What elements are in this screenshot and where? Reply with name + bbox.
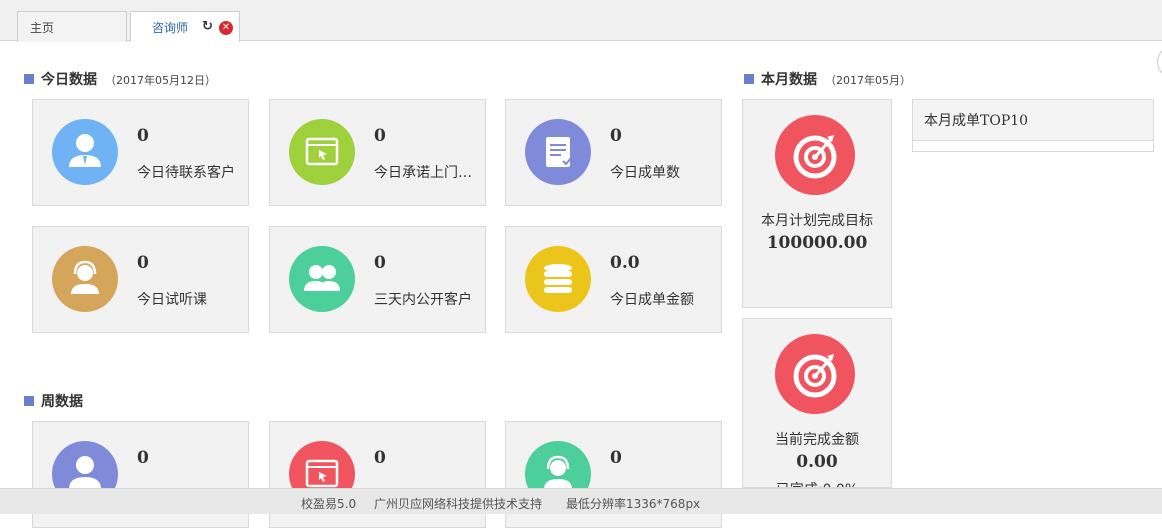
stat-label: 三天内公开客户 — [374, 292, 472, 308]
stat-label: 今日试听课 — [137, 292, 207, 308]
week-section-title: 周数据 — [24, 391, 83, 411]
coins-icon — [525, 246, 591, 312]
month-section-title: 本月数据 （2017年05月） — [744, 69, 911, 89]
stat-card-public-customers[interactable]: 0 三天内公开客户 — [269, 226, 486, 333]
month-current-label: 当前完成金额 — [775, 432, 859, 448]
refresh-icon[interactable]: ↻ — [202, 19, 213, 34]
stat-card-promised-visits[interactable]: 0 今日承诺上门… — [269, 99, 486, 206]
browser-window-icon — [289, 119, 355, 185]
footer-product: 校盈易5.0 — [301, 497, 357, 511]
headset-user-icon — [52, 246, 118, 312]
section-marker — [744, 74, 754, 84]
group-icon — [289, 246, 355, 312]
close-icon[interactable]: ✕ — [219, 21, 233, 35]
side-panel-handle[interactable] — [1157, 46, 1162, 78]
month-target-card[interactable]: 本月计划完成目标 100000.00 — [742, 99, 892, 308]
stat-value: 0 — [374, 253, 386, 273]
stat-value: 0 — [374, 448, 386, 468]
month-date: （2017年05月） — [825, 74, 911, 87]
user-icon — [52, 119, 118, 185]
stat-label: 今日待联系客户 — [137, 165, 235, 181]
target-icon — [775, 115, 855, 195]
stat-card-deals-today[interactable]: 0 今日成单数 — [505, 99, 722, 206]
month-completed-rate: 已完成:0.0% — [743, 479, 891, 487]
section-marker — [24, 74, 34, 84]
stat-card-deal-amount[interactable]: 0.0 今日成单金额 — [505, 226, 722, 333]
stat-value: 0 — [610, 126, 622, 146]
clipboard-icon — [525, 119, 591, 185]
stat-value: 0 — [137, 253, 149, 273]
stat-value: 0 — [137, 126, 149, 146]
footer-resolution: 最低分辨率1336*768px — [566, 497, 701, 511]
top10-title: 本月成单TOP10 — [913, 100, 1153, 141]
tab-home[interactable]: 主页 — [17, 11, 127, 42]
tab-consultant[interactable]: 咨询师 ↻ ✕ — [130, 11, 240, 42]
stat-label: 今日成单数 — [610, 165, 680, 181]
stat-value: 0.0 — [610, 253, 640, 273]
section-marker — [24, 396, 34, 406]
stat-value: 0 — [610, 448, 622, 468]
tab-home-label: 主页 — [30, 21, 55, 35]
month-target-label: 本月计划完成目标 — [761, 213, 873, 229]
stat-label: 今日承诺上门… — [374, 165, 472, 181]
stat-card-trial-lessons[interactable]: 0 今日试听课 — [32, 226, 249, 333]
month-current-card[interactable]: 当前完成金额 0.00 已完成:0.0% — [742, 318, 892, 488]
today-section-title: 今日数据 （2017年05月12日） — [24, 69, 216, 89]
target-icon — [775, 334, 855, 414]
stat-value: 0 — [374, 126, 386, 146]
stat-label: 今日成单金额 — [610, 292, 694, 308]
tab-consultant-label: 咨询师 — [152, 21, 189, 35]
footer-support: 广州贝应网络科技提供技术支持 — [374, 497, 543, 511]
tab-bar: 主页 咨询师 ↻ ✕ — [0, 0, 1162, 42]
stat-card-pending-contacts[interactable]: 0 今日待联系客户 — [32, 99, 249, 206]
footer: 校盈易5.0 广州贝应网络科技提供技术支持 最低分辨率1336*768px — [0, 488, 1162, 514]
today-date: （2017年05月12日） — [105, 74, 216, 87]
month-current-value: 0.00 — [796, 452, 838, 472]
month-target-value: 100000.00 — [766, 233, 868, 253]
stat-value: 0 — [137, 448, 149, 468]
top10-panel: 本月成单TOP10 — [912, 99, 1154, 152]
